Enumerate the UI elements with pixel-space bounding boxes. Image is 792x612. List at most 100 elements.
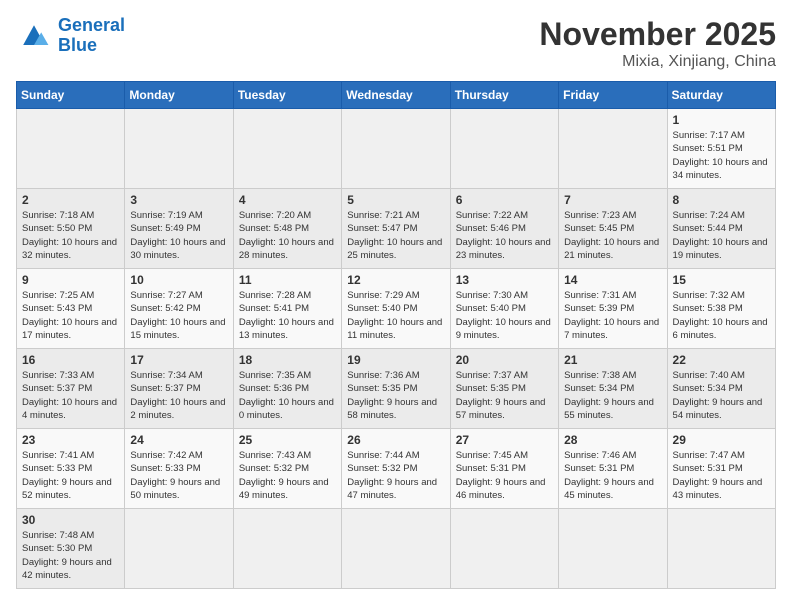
- day-info: Sunrise: 7:28 AMSunset: 5:41 PMDaylight:…: [239, 289, 336, 342]
- day-number: 6: [456, 193, 553, 207]
- day-number: 27: [456, 433, 553, 447]
- day-number: 29: [673, 433, 770, 447]
- day-number: 25: [239, 433, 336, 447]
- day-number: 7: [564, 193, 661, 207]
- calendar-row: 2 Sunrise: 7:18 AMSunset: 5:50 PMDaylight…: [17, 189, 776, 269]
- day-number: 10: [130, 273, 227, 287]
- day-info: Sunrise: 7:48 AMSunset: 5:30 PMDaylight:…: [22, 529, 119, 582]
- day-number: 8: [673, 193, 770, 207]
- day-info: Sunrise: 7:24 AMSunset: 5:44 PMDaylight:…: [673, 209, 770, 262]
- day-number: 21: [564, 353, 661, 367]
- day-number: 15: [673, 273, 770, 287]
- table-row: 1 Sunrise: 7:17 AMSunset: 5:51 PMDaylight…: [667, 109, 775, 189]
- logo-blue: Blue: [58, 35, 97, 55]
- table-row: [667, 509, 775, 589]
- day-info: Sunrise: 7:37 AMSunset: 5:35 PMDaylight:…: [456, 369, 553, 422]
- table-row: 12Sunrise: 7:29 AMSunset: 5:40 PMDayligh…: [342, 269, 450, 349]
- day-info: Sunrise: 7:43 AMSunset: 5:32 PMDaylight:…: [239, 449, 336, 502]
- day-number: 5: [347, 193, 444, 207]
- table-row: [233, 509, 341, 589]
- header-thursday: Thursday: [450, 82, 558, 109]
- day-info: Sunrise: 7:23 AMSunset: 5:45 PMDaylight:…: [564, 209, 661, 262]
- day-number: 17: [130, 353, 227, 367]
- logo-icon: [16, 18, 52, 54]
- day-info: Sunrise: 7:44 AMSunset: 5:32 PMDaylight:…: [347, 449, 444, 502]
- day-info: Sunrise: 7:36 AMSunset: 5:35 PMDaylight:…: [347, 369, 444, 422]
- calendar-row: 16 Sunrise: 7:33 AMSunset: 5:37 PMDayligh…: [17, 349, 776, 429]
- day-number: 11: [239, 273, 336, 287]
- day-info: Sunrise: 7:46 AMSunset: 5:31 PMDaylight:…: [564, 449, 661, 502]
- table-row: 10Sunrise: 7:27 AMSunset: 5:42 PMDayligh…: [125, 269, 233, 349]
- table-row: 14Sunrise: 7:31 AMSunset: 5:39 PMDayligh…: [559, 269, 667, 349]
- day-number: 18: [239, 353, 336, 367]
- table-row: 5 Sunrise: 7:21 AMSunset: 5:47 PMDaylight…: [342, 189, 450, 269]
- logo: General Blue: [16, 16, 125, 56]
- table-row: [125, 109, 233, 189]
- day-info: Sunrise: 7:22 AMSunset: 5:46 PMDaylight:…: [456, 209, 553, 262]
- day-info: Sunrise: 7:25 AMSunset: 5:43 PMDaylight:…: [22, 289, 119, 342]
- table-row: 16 Sunrise: 7:33 AMSunset: 5:37 PMDayligh…: [17, 349, 125, 429]
- header-wednesday: Wednesday: [342, 82, 450, 109]
- title-block: November 2025 Mixia, Xinjiang, China: [539, 16, 776, 71]
- table-row: 2 Sunrise: 7:18 AMSunset: 5:50 PMDaylight…: [17, 189, 125, 269]
- table-row: [125, 509, 233, 589]
- day-info: Sunrise: 7:18 AMSunset: 5:50 PMDaylight:…: [22, 209, 119, 262]
- day-number: 9: [22, 273, 119, 287]
- day-info: Sunrise: 7:19 AMSunset: 5:49 PMDaylight:…: [130, 209, 227, 262]
- day-number: 3: [130, 193, 227, 207]
- page-header: General Blue November 2025 Mixia, Xinjia…: [16, 16, 776, 71]
- table-row: 17 Sunrise: 7:34 AMSunset: 5:37 PMDayligh…: [125, 349, 233, 429]
- day-info: Sunrise: 7:38 AMSunset: 5:34 PMDaylight:…: [564, 369, 661, 422]
- day-info: Sunrise: 7:45 AMSunset: 5:31 PMDaylight:…: [456, 449, 553, 502]
- day-info: Sunrise: 7:41 AMSunset: 5:33 PMDaylight:…: [22, 449, 119, 502]
- day-number: 2: [22, 193, 119, 207]
- header-saturday: Saturday: [667, 82, 775, 109]
- day-number: 28: [564, 433, 661, 447]
- table-row: 27 Sunrise: 7:45 AMSunset: 5:31 PMDayligh…: [450, 429, 558, 509]
- day-info: Sunrise: 7:21 AMSunset: 5:47 PMDaylight:…: [347, 209, 444, 262]
- table-row: 21 Sunrise: 7:38 AMSunset: 5:34 PMDayligh…: [559, 349, 667, 429]
- table-row: 3 Sunrise: 7:19 AMSunset: 5:49 PMDaylight…: [125, 189, 233, 269]
- table-row: [233, 109, 341, 189]
- day-info: Sunrise: 7:35 AMSunset: 5:36 PMDaylight:…: [239, 369, 336, 422]
- day-number: 23: [22, 433, 119, 447]
- day-number: 1: [673, 113, 770, 127]
- table-row: 9 Sunrise: 7:25 AMSunset: 5:43 PMDaylight…: [17, 269, 125, 349]
- table-row: 6 Sunrise: 7:22 AMSunset: 5:46 PMDaylight…: [450, 189, 558, 269]
- table-row: [342, 509, 450, 589]
- day-number: 22: [673, 353, 770, 367]
- table-row: 4Sunrise: 7:20 AMSunset: 5:48 PMDaylight…: [233, 189, 341, 269]
- table-row: 11 Sunrise: 7:28 AMSunset: 5:41 PMDayligh…: [233, 269, 341, 349]
- header-sunday: Sunday: [17, 82, 125, 109]
- day-info: Sunrise: 7:40 AMSunset: 5:34 PMDaylight:…: [673, 369, 770, 422]
- table-row: 13Sunrise: 7:30 AMSunset: 5:40 PMDayligh…: [450, 269, 558, 349]
- table-row: [450, 109, 558, 189]
- day-number: 16: [22, 353, 119, 367]
- day-info: Sunrise: 7:17 AMSunset: 5:51 PMDaylight:…: [673, 129, 770, 182]
- table-row: 30Sunrise: 7:48 AMSunset: 5:30 PMDayligh…: [17, 509, 125, 589]
- table-row: 7 Sunrise: 7:23 AMSunset: 5:45 PMDaylight…: [559, 189, 667, 269]
- day-info: Sunrise: 7:29 AMSunset: 5:40 PMDaylight:…: [347, 289, 444, 342]
- day-info: Sunrise: 7:34 AMSunset: 5:37 PMDaylight:…: [130, 369, 227, 422]
- day-info: Sunrise: 7:33 AMSunset: 5:37 PMDaylight:…: [22, 369, 119, 422]
- day-info: Sunrise: 7:32 AMSunset: 5:38 PMDaylight:…: [673, 289, 770, 342]
- table-row: 8 Sunrise: 7:24 AMSunset: 5:44 PMDaylight…: [667, 189, 775, 269]
- table-row: [342, 109, 450, 189]
- header-friday: Friday: [559, 82, 667, 109]
- table-row: 26Sunrise: 7:44 AMSunset: 5:32 PMDayligh…: [342, 429, 450, 509]
- calendar-row: 30Sunrise: 7:48 AMSunset: 5:30 PMDayligh…: [17, 509, 776, 589]
- day-number: 14: [564, 273, 661, 287]
- day-number: 19: [347, 353, 444, 367]
- table-row: [559, 109, 667, 189]
- header-monday: Monday: [125, 82, 233, 109]
- day-info: Sunrise: 7:20 AMSunset: 5:48 PMDaylight:…: [239, 209, 336, 262]
- weekday-header-row: Sunday Monday Tuesday Wednesday Thursday…: [17, 82, 776, 109]
- logo-general: General: [58, 15, 125, 35]
- header-tuesday: Tuesday: [233, 82, 341, 109]
- table-row: 25 Sunrise: 7:43 AMSunset: 5:32 PMDayligh…: [233, 429, 341, 509]
- day-number: 20: [456, 353, 553, 367]
- calendar-row: 9 Sunrise: 7:25 AMSunset: 5:43 PMDaylight…: [17, 269, 776, 349]
- table-row: 18 Sunrise: 7:35 AMSunset: 5:36 PMDayligh…: [233, 349, 341, 429]
- table-row: 15 Sunrise: 7:32 AMSunset: 5:38 PMDayligh…: [667, 269, 775, 349]
- day-number: 13: [456, 273, 553, 287]
